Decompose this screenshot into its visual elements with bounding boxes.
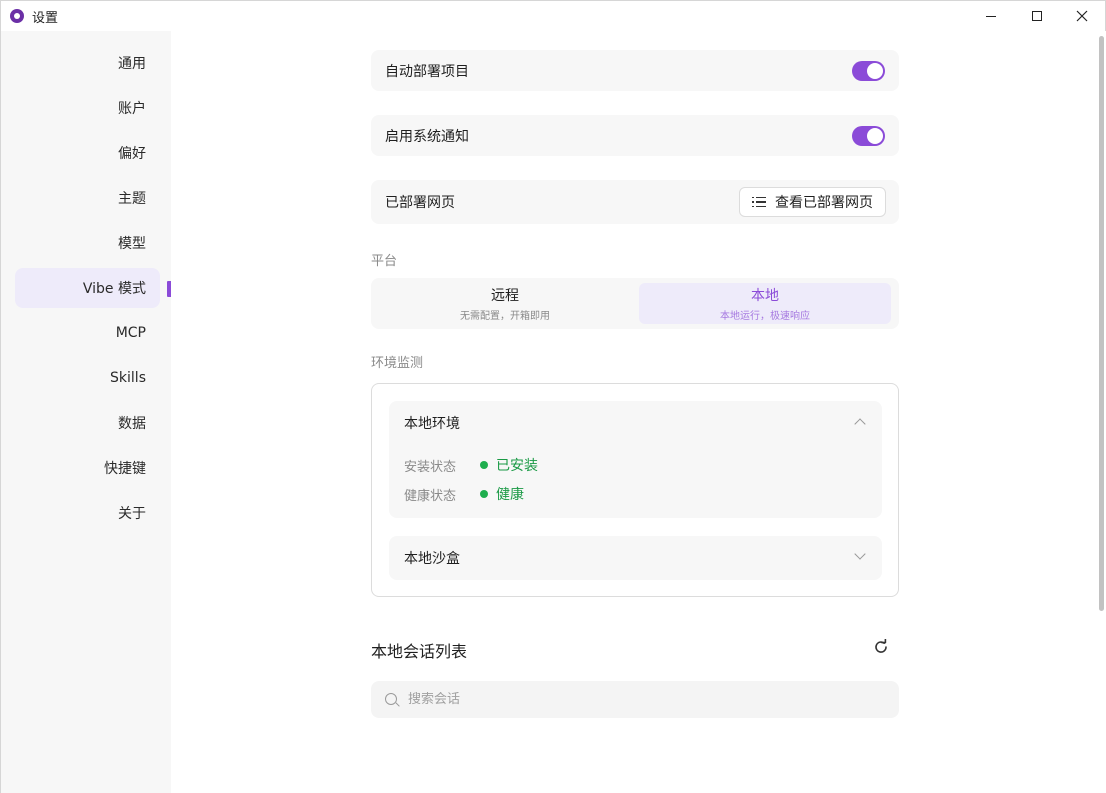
minimize-button[interactable] (968, 1, 1014, 31)
sidebar-item-label: MCP (115, 325, 146, 341)
toggle-knob (867, 62, 883, 79)
close-icon (1076, 10, 1088, 22)
maximize-button[interactable] (1014, 1, 1060, 31)
health-status-value: 健康 (496, 487, 524, 503)
sidebar-item-label: 关于 (118, 506, 146, 522)
install-status-value: 已安装 (496, 458, 538, 474)
minimize-icon (986, 15, 996, 17)
sessions-title: 本地会话列表 (371, 642, 468, 661)
sidebar-item-skills[interactable]: Skills (15, 358, 160, 398)
sidebar: 通用 账户 偏好 主题 模型 Vibe 模式 MCP Skills 数据 快捷键… (1, 31, 172, 793)
sidebar-item-label: 通用 (118, 56, 146, 72)
local-env-title: 本地环境 (404, 416, 460, 432)
deployed-pages-row: 已部署网页 查看已部署网页 (371, 180, 899, 224)
install-status-row: 安装状态 已安装 (404, 455, 538, 475)
sidebar-item-label: 偏好 (118, 146, 146, 162)
status-dot-icon (480, 461, 488, 469)
status-dot-icon (480, 490, 488, 498)
toggle-knob (867, 127, 883, 144)
platform-option-remote[interactable]: 远程 无需配置，开箱即用 (379, 283, 631, 324)
local-sandbox-title: 本地沙盒 (404, 551, 460, 567)
platform-section-label: 平台 (371, 254, 398, 269)
env-monitor-box: 本地环境 安装状态 已安装 健康状态 健康 本地沙盒 (371, 383, 899, 597)
view-deployed-pages-button[interactable]: 查看已部署网页 (739, 187, 886, 217)
sidebar-item-preferences[interactable]: 偏好 (15, 133, 160, 173)
settings-window: 设置 通用 账户 偏好 主题 模型 Vibe 模式 MCP Skills 数据 … (0, 0, 1106, 793)
sidebar-item-shortcuts[interactable]: 快捷键 (15, 448, 160, 488)
system-notify-row: 启用系统通知 (371, 115, 899, 156)
sidebar-item-theme[interactable]: 主题 (15, 178, 160, 218)
platform-option-title: 本地 (751, 288, 779, 304)
scrollbar-thumb[interactable] (1099, 36, 1104, 611)
sidebar-item-label: Skills (110, 370, 146, 386)
auto-deploy-row: 自动部署项目 (371, 50, 899, 91)
health-status-row: 健康状态 健康 (404, 484, 524, 504)
auto-deploy-label: 自动部署项目 (385, 63, 469, 80)
sidebar-item-label: 主题 (118, 191, 146, 207)
sidebar-item-label: Vibe 模式 (82, 281, 146, 297)
chevron-down-icon (854, 548, 866, 560)
refresh-icon[interactable] (873, 639, 889, 655)
sidebar-item-general[interactable]: 通用 (15, 43, 160, 83)
local-sandbox-panel[interactable]: 本地沙盒 (389, 536, 882, 580)
app-logo-icon (10, 9, 24, 23)
deployed-pages-label: 已部署网页 (385, 195, 455, 211)
sidebar-item-label: 数据 (118, 416, 146, 432)
sidebar-item-account[interactable]: 账户 (15, 88, 160, 128)
session-search-input[interactable] (408, 692, 878, 707)
platform-option-title: 远程 (491, 288, 519, 304)
env-monitor-section-label: 环境监测 (371, 356, 424, 371)
install-status-label: 安装状态 (404, 459, 457, 475)
platform-option-subtitle: 本地运行，极速响应 (720, 311, 810, 322)
platform-selector: 远程 无需配置，开箱即用 本地 本地运行，极速响应 (371, 278, 899, 329)
system-notify-label: 启用系统通知 (385, 128, 469, 145)
sidebar-item-model[interactable]: 模型 (15, 223, 160, 263)
health-status-label: 健康状态 (404, 488, 457, 504)
close-button[interactable] (1059, 1, 1105, 31)
sidebar-item-data[interactable]: 数据 (15, 403, 160, 443)
search-icon (384, 692, 400, 708)
sidebar-item-vibe-mode[interactable]: Vibe 模式 (15, 268, 160, 308)
scrollbar[interactable] (1097, 31, 1106, 793)
session-search (371, 681, 899, 718)
sidebar-item-label: 快捷键 (104, 461, 146, 477)
sidebar-item-label: 模型 (118, 236, 146, 252)
maximize-icon (1032, 11, 1042, 21)
platform-option-subtitle: 无需配置，开箱即用 (460, 311, 550, 322)
sidebar-item-mcp[interactable]: MCP (15, 313, 160, 353)
local-env-panel: 本地环境 安装状态 已安装 健康状态 健康 (389, 401, 882, 518)
local-env-header[interactable]: 本地环境 (389, 401, 882, 443)
system-notify-toggle[interactable] (852, 125, 885, 146)
sidebar-item-about[interactable]: 关于 (15, 493, 160, 533)
platform-option-local[interactable]: 本地 本地运行，极速响应 (639, 283, 891, 324)
title-bar: 设置 (1, 1, 1105, 31)
sidebar-item-label: 账户 (118, 101, 146, 117)
list-icon (752, 196, 766, 208)
view-deployed-pages-label: 查看已部署网页 (775, 195, 873, 211)
window-title: 设置 (32, 11, 59, 26)
auto-deploy-toggle[interactable] (852, 60, 885, 81)
chevron-up-icon (854, 418, 866, 430)
